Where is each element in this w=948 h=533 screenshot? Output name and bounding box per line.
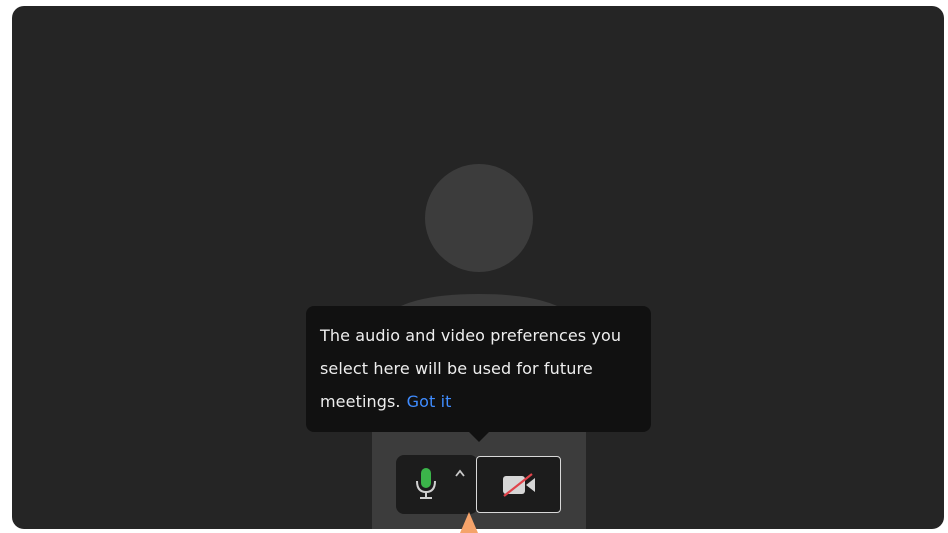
mic-button[interactable] xyxy=(412,466,440,502)
chevron-up-icon xyxy=(455,469,465,477)
avatar-head xyxy=(425,164,533,272)
preferences-tooltip: The audio and video preferences you sele… xyxy=(306,306,651,432)
video-preview xyxy=(12,6,944,529)
microphone-icon xyxy=(416,468,436,499)
tooltip-message-text: The audio and video preferences you sele… xyxy=(320,326,622,411)
start-video-button[interactable] xyxy=(476,456,561,513)
video-off-icon xyxy=(503,473,535,497)
tooltip-arrow xyxy=(468,431,490,442)
audio-options-button[interactable] xyxy=(450,464,470,484)
tooltip-message: The audio and video preferences you sele… xyxy=(320,319,637,418)
user-avatar-placeholder xyxy=(372,164,586,529)
pointer-arrow-icon xyxy=(460,512,478,533)
got-it-link[interactable]: Got it xyxy=(407,392,452,411)
